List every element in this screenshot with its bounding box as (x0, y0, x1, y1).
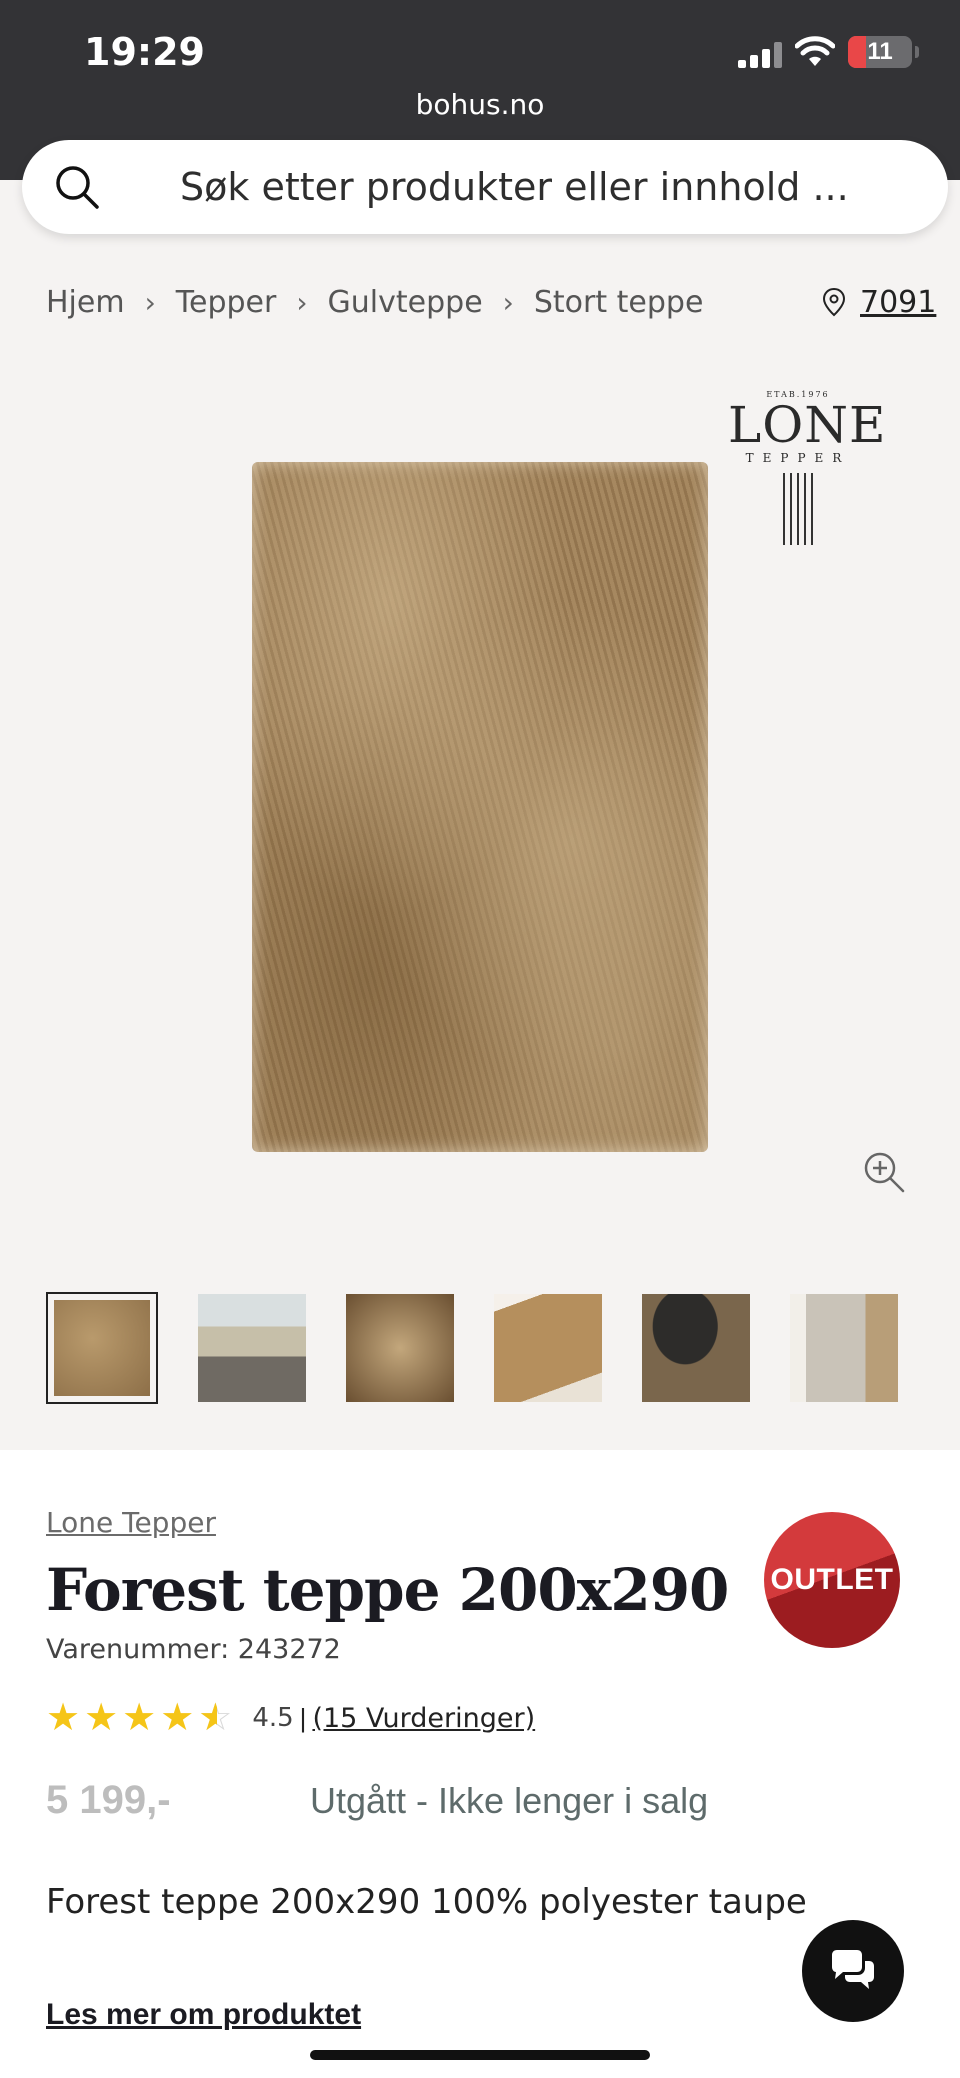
logo-name: LONE (728, 396, 887, 454)
availability-status: Utgått - Ikke lenger i salg (310, 1780, 709, 1821)
outlet-badge: OUTLET (764, 1512, 900, 1648)
thumbnail-3[interactable] (346, 1294, 454, 1402)
star-icon: ★ (84, 1697, 119, 1739)
breadcrumb-home[interactable]: Hjem (46, 285, 125, 320)
breadcrumb: Hjem › Tepper › Gulvteppe › Stort teppe (46, 282, 703, 322)
star-half-icon: ☆ ★ (198, 1697, 233, 1739)
battery-level: 11 (867, 38, 893, 65)
reviews-link[interactable]: (15 Vurderinger) (312, 1703, 535, 1734)
rating-value: 4.5 (252, 1703, 294, 1733)
product-sku: Varenummer: 243272 (46, 1634, 341, 1665)
location-zip[interactable]: 7091 (860, 285, 936, 320)
rating-row: ★ ★ ★ ★ ☆ ★ 4.5 | (15 Vurderinger) (46, 1698, 535, 1738)
chat-button[interactable] (802, 1920, 904, 2022)
thumbnail-strip (46, 1292, 898, 1404)
star-icon: ★ (122, 1697, 157, 1739)
thumbnail-6[interactable] (790, 1294, 898, 1402)
product-info-panel: Lone Tepper OUTLET Forest teppe 200x290 … (0, 1450, 960, 2078)
zoom-in-icon[interactable] (862, 1150, 906, 1194)
thumbnail-5[interactable] (642, 1294, 750, 1402)
product-price: 5 199,- (46, 1778, 171, 1822)
store-location[interactable]: 7091 (822, 282, 936, 322)
breadcrumb-stort-teppe[interactable]: Stort teppe (534, 285, 704, 320)
cellular-signal-icon (738, 42, 784, 68)
chevron-right-icon: › (502, 285, 514, 319)
location-pin-icon (822, 287, 846, 317)
star-icon: ★ (160, 1697, 195, 1739)
chevron-right-icon: › (144, 285, 156, 319)
home-indicator (310, 2050, 650, 2060)
wifi-icon (795, 36, 835, 66)
battery-tip (915, 46, 919, 58)
search-input[interactable] (180, 140, 920, 234)
product-title: Forest teppe 200x290 (46, 1556, 729, 1624)
battery-icon: 11 (848, 36, 912, 68)
read-more-link[interactable]: Les mer om produktet (46, 1998, 361, 2032)
thumbnail-4[interactable] (494, 1294, 602, 1402)
brand-logo: ETAB.1976 LONE TEPPER (728, 390, 887, 545)
breadcrumb-tepper[interactable]: Tepper (176, 285, 277, 320)
logo-sub: TEPPER (745, 451, 851, 465)
thumbnail-2[interactable] (198, 1294, 306, 1402)
status-time: 19:29 (84, 30, 205, 74)
chat-bubble-icon (832, 1950, 874, 1989)
logo-lines (728, 473, 868, 545)
main-product-image[interactable] (252, 462, 708, 1152)
product-description: Forest teppe 200x290 100% polyester taup… (46, 1882, 807, 1922)
url-bar[interactable]: bohus.no (0, 88, 960, 121)
brand-link[interactable]: Lone Tepper (46, 1506, 216, 1539)
breadcrumb-gulvteppe[interactable]: Gulvteppe (328, 285, 483, 320)
search-icon[interactable] (52, 162, 102, 212)
rating-separator: | (299, 1702, 307, 1733)
search-bar[interactable] (22, 140, 948, 234)
star-icon: ★ (46, 1697, 81, 1739)
chevron-right-icon: › (296, 285, 308, 319)
thumbnail-1[interactable] (46, 1292, 158, 1404)
